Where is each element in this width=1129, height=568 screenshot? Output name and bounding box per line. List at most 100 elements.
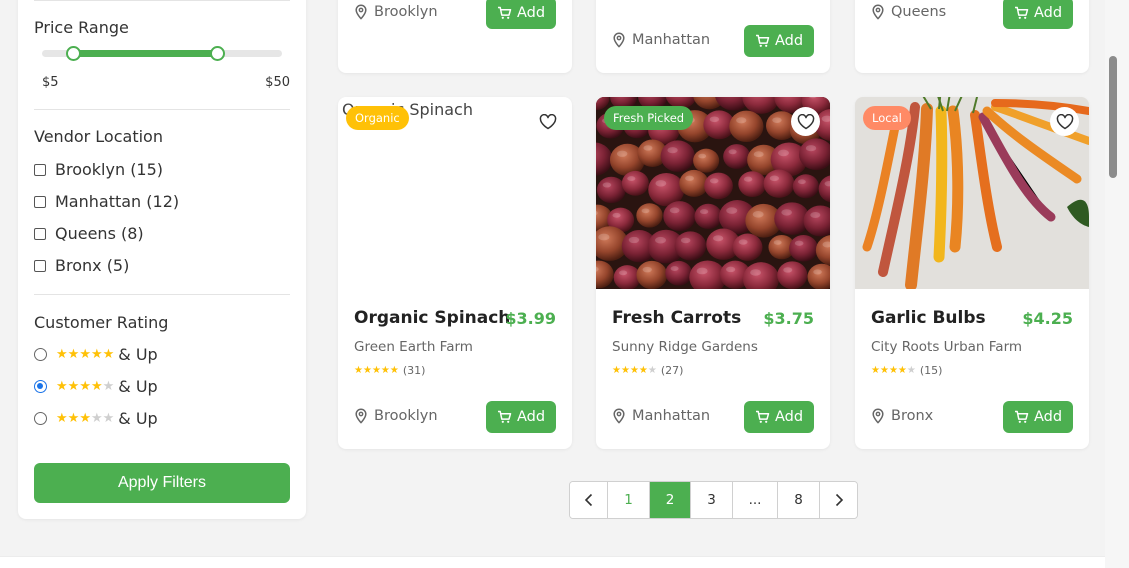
product-name[interactable]: Fresh Carrots bbox=[612, 308, 741, 328]
product-card: Brooklyn Add bbox=[338, 0, 572, 73]
vendor-location-label: Brooklyn bbox=[374, 408, 438, 424]
map-pin-icon bbox=[872, 4, 884, 20]
price-range-fill bbox=[73, 50, 218, 57]
page-button[interactable]: 1 bbox=[608, 482, 650, 518]
cart-icon bbox=[1014, 410, 1029, 423]
onion-highlight bbox=[805, 145, 817, 152]
local-badge: Local bbox=[863, 106, 911, 130]
onion-shape bbox=[613, 265, 641, 289]
radio-button[interactable] bbox=[34, 348, 47, 361]
add-label: Add bbox=[774, 409, 804, 425]
star-rating-icon: ★★★★★ bbox=[56, 379, 115, 394]
onion-highlight bbox=[736, 117, 747, 124]
product-rating: ★★★★★ (15) bbox=[871, 364, 942, 377]
add-to-cart-button[interactable]: Add bbox=[744, 25, 814, 57]
radio-button[interactable] bbox=[34, 412, 47, 425]
page-button-current[interactable]: 2 bbox=[650, 482, 691, 518]
rating-option-4[interactable]: ★★★★★ & Up bbox=[34, 377, 158, 396]
onion-highlight bbox=[709, 116, 720, 123]
price-min-handle[interactable] bbox=[66, 46, 82, 61]
onion-highlight bbox=[655, 236, 667, 244]
rating-option-label: & Up bbox=[118, 345, 158, 364]
map-pin-icon bbox=[355, 4, 367, 20]
product-card-fresh-carrots[interactable]: Fresh Picked Fresh Carrots $3.75 Sunny R… bbox=[596, 97, 830, 449]
favorite-button[interactable] bbox=[533, 107, 562, 136]
onion-highlight bbox=[602, 182, 612, 188]
checkbox[interactable] bbox=[34, 227, 46, 240]
rating-option-5[interactable]: ★★★★★ & Up bbox=[34, 345, 158, 364]
favorite-button[interactable] bbox=[791, 107, 820, 136]
vendor-location-label: Bronx bbox=[891, 408, 934, 424]
chevron-right-icon bbox=[835, 493, 843, 507]
vendor-option-queens[interactable]: Queens (8) bbox=[34, 224, 144, 243]
add-to-cart-button[interactable]: Add bbox=[486, 401, 556, 433]
vendor-option-bronx[interactable]: Bronx (5) bbox=[34, 256, 129, 275]
onion-highlight bbox=[685, 175, 694, 181]
rating-option-label: & Up bbox=[118, 377, 158, 396]
onion-highlight bbox=[598, 233, 610, 241]
onion-shape bbox=[723, 144, 751, 169]
add-to-cart-button[interactable]: Add bbox=[1003, 401, 1073, 433]
onion-highlight bbox=[699, 209, 709, 215]
vendor-name[interactable]: Green Earth Farm bbox=[354, 339, 473, 355]
onion-shape bbox=[789, 235, 818, 262]
add-to-cart-button[interactable]: Add bbox=[1003, 0, 1073, 29]
vendor-name[interactable]: Sunny Ridge Gardens bbox=[612, 339, 758, 355]
onion-highlight bbox=[773, 240, 782, 245]
onion-shape bbox=[636, 260, 668, 289]
onion-highlight bbox=[612, 212, 621, 218]
map-pin-icon bbox=[872, 408, 884, 424]
onion-highlight bbox=[743, 176, 753, 182]
onion-highlight bbox=[698, 153, 707, 159]
checkbox[interactable] bbox=[34, 259, 46, 272]
star-rating-icon: ★★★★★ bbox=[56, 347, 115, 362]
onion-shape bbox=[763, 169, 795, 198]
apply-filters-button[interactable]: Apply Filters bbox=[34, 463, 290, 503]
prev-page-button[interactable] bbox=[570, 482, 608, 518]
vertical-scrollbar[interactable] bbox=[1105, 0, 1129, 568]
vendor-option-brooklyn[interactable]: Brooklyn (15) bbox=[34, 160, 163, 179]
onion-shape bbox=[679, 169, 709, 197]
onion-shape bbox=[660, 140, 695, 172]
footer-edge bbox=[0, 556, 1105, 568]
vendor-location: Queens bbox=[871, 4, 946, 20]
onion-shape bbox=[729, 110, 764, 143]
onion-highlight bbox=[627, 176, 636, 182]
product-name[interactable]: Organic Spinach bbox=[354, 308, 510, 328]
next-page-button[interactable] bbox=[820, 482, 857, 518]
product-card: Manhattan Add bbox=[596, 0, 830, 73]
page-ellipsis: ... bbox=[733, 482, 778, 518]
onion-highlight bbox=[667, 147, 678, 154]
add-to-cart-button[interactable]: Add bbox=[486, 0, 556, 29]
onion-highlight bbox=[750, 269, 762, 276]
organic-badge: Organic bbox=[346, 106, 409, 130]
onion-highlight bbox=[752, 211, 764, 218]
price-range-slider[interactable] bbox=[42, 46, 282, 61]
scrollbar-thumb[interactable] bbox=[1109, 56, 1117, 178]
star-rating-icon: ★★★★★ bbox=[612, 365, 657, 376]
vendor-option-label: Brooklyn (15) bbox=[55, 160, 164, 179]
favorite-button[interactable] bbox=[1050, 107, 1079, 136]
product-name[interactable]: Garlic Bulbs bbox=[871, 308, 986, 328]
vendor-option-manhattan[interactable]: Manhattan (12) bbox=[34, 192, 179, 211]
map-pin-icon bbox=[613, 32, 625, 48]
rating-option-3[interactable]: ★★★★★ & Up bbox=[34, 409, 158, 428]
cart-icon bbox=[755, 410, 770, 423]
radio-button[interactable] bbox=[34, 380, 47, 393]
product-card-organic-spinach[interactable]: Organic Spinach Organic Organic Spinach … bbox=[338, 97, 572, 449]
vendor-name[interactable]: City Roots Urban Farm bbox=[871, 339, 1022, 355]
product-price: $4.25 bbox=[1022, 309, 1073, 328]
add-to-cart-button[interactable]: Add bbox=[744, 401, 814, 433]
product-card-garlic-bulbs[interactable]: Local Garlic Bulbs $4.25 City Roots Urba… bbox=[855, 97, 1089, 449]
price-max-handle[interactable] bbox=[210, 46, 226, 61]
checkbox[interactable] bbox=[34, 195, 46, 208]
page-button[interactable]: 8 bbox=[778, 482, 820, 518]
onion-shape bbox=[738, 171, 767, 197]
heart-icon bbox=[539, 113, 556, 129]
price-max-label: $50 bbox=[265, 75, 290, 90]
checkbox[interactable] bbox=[34, 163, 46, 176]
onion-highlight bbox=[713, 235, 724, 242]
page-button[interactable]: 3 bbox=[691, 482, 733, 518]
divider bbox=[34, 109, 290, 110]
vendor-location: Manhattan bbox=[612, 408, 710, 424]
